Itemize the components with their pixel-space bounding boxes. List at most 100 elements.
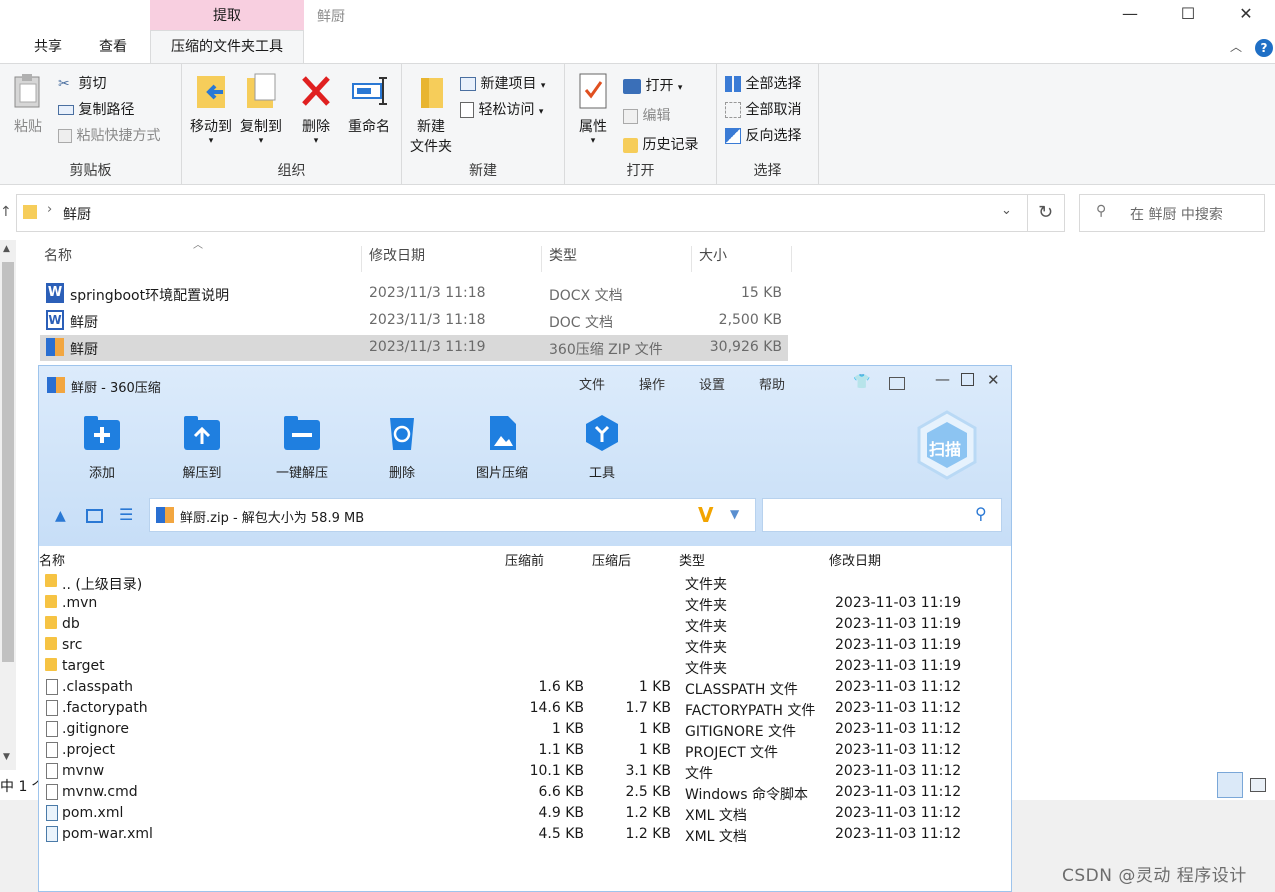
zcol-type[interactable]: 类型 bbox=[679, 550, 705, 569]
cut-button[interactable]: ✂ 剪切 bbox=[58, 73, 106, 93]
menu-help[interactable]: 帮助 bbox=[759, 374, 785, 393]
context-tab-extract[interactable]: 提取 bbox=[150, 0, 304, 30]
address-dropdown-icon[interactable]: ⌄ bbox=[1001, 203, 1012, 218]
help-icon[interactable]: ? bbox=[1255, 39, 1273, 57]
zip-row[interactable]: pom.xml 4.9 KB 1.2 KB XML 文档 2023-11-03 11:1… bbox=[39, 804, 1011, 825]
folder-icon bbox=[45, 616, 57, 629]
zip-row[interactable]: .factorypath 14.6 KB 1.7 KB FACTORYPATH 文件 2… bbox=[39, 699, 1011, 720]
zip-row[interactable]: .gitignore 1 KB 1 KB GITIGNORE 文件 2023-11-03… bbox=[39, 720, 1011, 741]
zip-row[interactable]: src 文件夹 2023-11-03 11:19 bbox=[39, 636, 1011, 657]
details-view-icon[interactable] bbox=[1217, 772, 1243, 798]
col-type[interactable]: 类型 bbox=[542, 246, 692, 272]
properties-button[interactable]: 属性 ▾ bbox=[571, 72, 615, 146]
zip-column-headers: 名称 压缩前 压缩后 类型 修改日期 bbox=[39, 546, 1011, 570]
large-icons-view-icon[interactable] bbox=[1250, 778, 1266, 792]
file-row[interactable]: W 鲜厨 2023/11/3 11:18 DOC 文档 2,500 KB bbox=[40, 308, 788, 334]
move-to-button[interactable]: 移动到 ▾ bbox=[186, 72, 236, 146]
zip-row[interactable]: .project 1.1 KB 1 KB PROJECT 文件 2023-11-03 1… bbox=[39, 741, 1011, 762]
refresh-button[interactable]: ↻ bbox=[1027, 194, 1065, 232]
zip-row[interactable]: mvnw 10.1 KB 3.1 KB 文件 2023-11-03 11:12 bbox=[39, 762, 1011, 783]
address-bar[interactable]: › 鲜厨 ⌄ bbox=[16, 194, 1028, 232]
paste-button[interactable]: 粘贴 bbox=[8, 72, 48, 136]
zip-maximize-button[interactable] bbox=[961, 373, 974, 386]
up-level-icon[interactable]: ▲ bbox=[55, 508, 66, 524]
add-button[interactable]: 添加 bbox=[57, 414, 147, 481]
zip-close-button[interactable]: ✕ bbox=[987, 371, 1000, 389]
zcol-before[interactable]: 压缩前 bbox=[505, 550, 544, 569]
extract-to-button[interactable]: 解压到 bbox=[157, 414, 247, 481]
image-compress-button[interactable]: 图片压缩 bbox=[457, 414, 547, 481]
maximize-button[interactable]: ☐ bbox=[1159, 0, 1217, 30]
invert-selection-button[interactable]: 反向选择 bbox=[725, 125, 801, 145]
open-button[interactable]: 打开 ▾ bbox=[623, 75, 682, 95]
zip-row[interactable]: .mvn 文件夹 2023-11-03 11:19 bbox=[39, 594, 1011, 615]
menu-file[interactable]: 文件 bbox=[579, 374, 605, 393]
col-name[interactable]: 名称 bbox=[40, 246, 362, 272]
zcol-modified[interactable]: 修改日期 bbox=[829, 550, 881, 569]
delete-button[interactable]: 删除 ▾ bbox=[296, 72, 336, 146]
zip-row[interactable]: target 文件夹 2023-11-03 11:19 bbox=[39, 657, 1011, 678]
address-bar-area: ↑ › 鲜厨 ⌄ ↻ ⚲ 在 鲜厨 中搜索 bbox=[0, 186, 1275, 240]
new-item-button[interactable]: 新建项目 ▾ bbox=[460, 73, 545, 93]
file-row[interactable]: W springboot环境配置说明 2023/11/3 11:18 DOCX … bbox=[40, 281, 788, 307]
zcol-after[interactable]: 压缩后 bbox=[592, 550, 631, 569]
zip-row[interactable]: db 文件夹 2023-11-03 11:19 bbox=[39, 615, 1011, 636]
collapse-ribbon-icon[interactable]: ︿ bbox=[1230, 38, 1242, 55]
select-all-button[interactable]: 全部选择 bbox=[725, 73, 801, 93]
zip-cell-name: db bbox=[62, 616, 80, 632]
up-arrow-icon[interactable]: ↑ bbox=[0, 204, 12, 220]
scan-button[interactable]: 扫描 bbox=[917, 410, 977, 480]
zip-search-icon[interactable]: ⚲ bbox=[975, 504, 987, 523]
feedback-icon[interactable] bbox=[889, 377, 905, 390]
zip-row[interactable]: .. (上级目录) 文件夹 bbox=[39, 573, 1011, 594]
nav-pane-scrollbar[interactable]: ▲ ▼ bbox=[0, 240, 16, 770]
new-folder-icon bbox=[421, 78, 443, 108]
col-modified[interactable]: 修改日期 bbox=[362, 246, 542, 272]
zcol-name[interactable]: 名称 bbox=[39, 550, 65, 569]
paste-shortcut-button[interactable]: 粘贴快捷方式 bbox=[58, 125, 160, 145]
zip-row[interactable]: pom-war.xml 4.5 KB 1.2 KB XML 文档 2023-11-03 … bbox=[39, 825, 1011, 846]
zip-cell-type: Windows 命令脚本 bbox=[685, 787, 808, 803]
skin-shirt-icon[interactable]: 👕 bbox=[853, 374, 870, 390]
zip-row[interactable]: mvnw.cmd 6.6 KB 2.5 KB Windows 命令脚本 2023-11-… bbox=[39, 783, 1011, 804]
zip-minimize-button[interactable]: — bbox=[935, 370, 950, 388]
select-none-button[interactable]: 全部取消 bbox=[725, 99, 801, 119]
add-icon bbox=[82, 414, 122, 452]
thumbnail-view-icon[interactable] bbox=[86, 509, 103, 523]
history-button[interactable]: 历史记录 bbox=[623, 134, 698, 154]
zip-cell-before: 6.6 KB bbox=[538, 784, 585, 800]
zip-cell-name: src bbox=[62, 637, 83, 653]
tab-compressed-folder-tools[interactable]: 压缩的文件夹工具 bbox=[150, 30, 304, 64]
list-view-icon[interactable]: ☰ bbox=[119, 505, 133, 524]
zip-delete-button[interactable]: 删除 bbox=[357, 414, 447, 481]
zip-search-input[interactable]: ⚲ bbox=[762, 498, 1002, 532]
group-label-open: 打开 bbox=[626, 163, 655, 179]
tools-button[interactable]: 工具 bbox=[557, 414, 647, 481]
zip-cell-after: 1.2 KB bbox=[625, 826, 672, 842]
menu-operations[interactable]: 操作 bbox=[639, 374, 665, 393]
zip-cell-after: 1.2 KB bbox=[625, 805, 672, 821]
new-folder-button[interactable]: 新建 文件夹 bbox=[404, 72, 458, 156]
copy-to-button[interactable]: 复制到 ▾ bbox=[236, 72, 286, 146]
tab-share[interactable]: 共享 bbox=[34, 36, 62, 56]
file-row-selected[interactable]: 鲜厨 2023/11/3 11:19 360压缩 ZIP 文件 30,926 K… bbox=[40, 335, 788, 361]
rename-button[interactable]: 重命名 bbox=[342, 72, 396, 136]
edit-button[interactable]: 编辑 bbox=[623, 105, 670, 125]
group-select: 全部选择 全部取消 反向选择 选择 bbox=[717, 64, 819, 184]
path-dropdown-icon[interactable]: ▼ bbox=[730, 507, 739, 521]
tab-view[interactable]: 查看 bbox=[99, 36, 127, 56]
zip-cell-type: 文件夹 bbox=[685, 661, 727, 677]
close-button[interactable]: ✕ bbox=[1217, 0, 1275, 30]
easy-access-icon bbox=[460, 102, 474, 118]
copy-path-button[interactable]: 复制路径 bbox=[58, 99, 134, 119]
zip-window-title: 鲜厨 - 360压缩 bbox=[71, 381, 161, 396]
zip-path-box[interactable]: 鲜厨.zip - 解包大小为 58.9 MB V ▼ bbox=[149, 498, 756, 532]
zip-cell-name: .. (上级目录) bbox=[62, 577, 143, 593]
zip-row[interactable]: .classpath 1.6 KB 1 KB CLASSPATH 文件 2023-11-… bbox=[39, 678, 1011, 699]
col-size[interactable]: 大小 bbox=[692, 246, 792, 272]
one-click-extract-button[interactable]: 一键解压 bbox=[257, 414, 347, 481]
minimize-button[interactable]: — bbox=[1101, 0, 1159, 30]
search-box[interactable]: ⚲ 在 鲜厨 中搜索 bbox=[1079, 194, 1265, 232]
easy-access-button[interactable]: 轻松访问 ▾ bbox=[460, 99, 543, 119]
menu-settings[interactable]: 设置 bbox=[699, 374, 725, 393]
